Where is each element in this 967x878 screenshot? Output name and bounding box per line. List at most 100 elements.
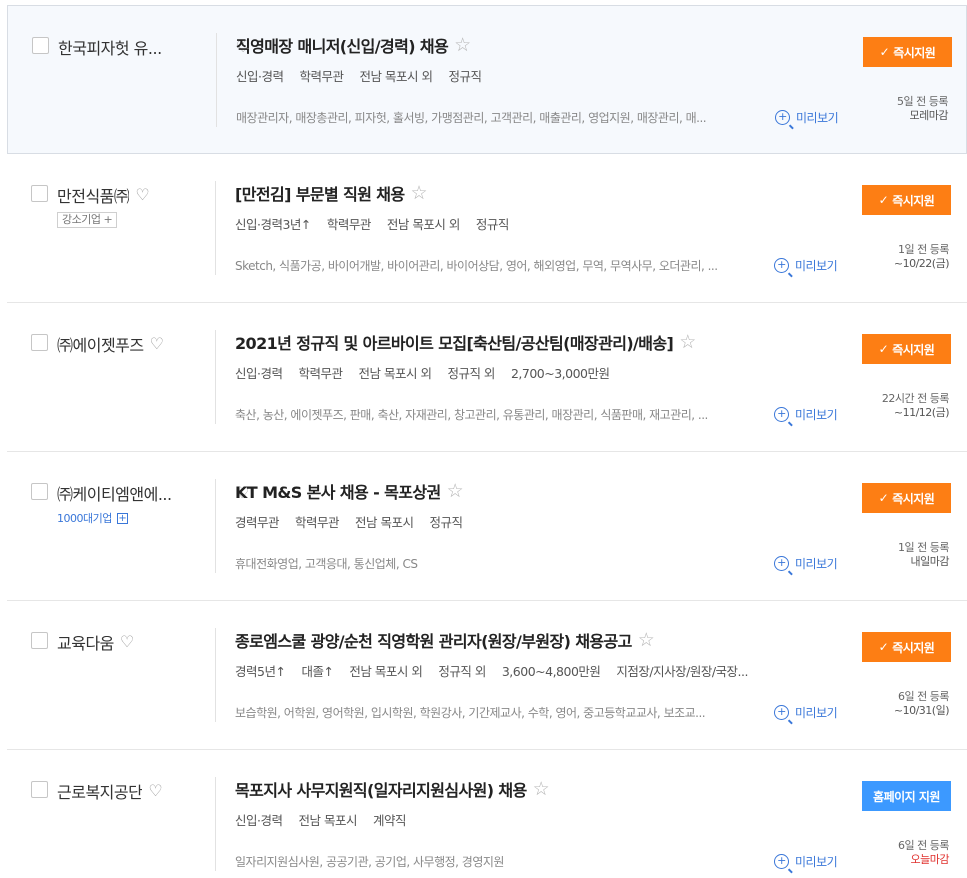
quick-apply-button[interactable]: ✓ 즉시지원: [862, 483, 951, 513]
magnifier-plus-icon: +: [774, 854, 789, 869]
company-name[interactable]: ㈜에이젯푸즈: [57, 332, 144, 356]
preview-button[interactable]: + 미리보기: [774, 406, 838, 423]
star-outline-icon[interactable]: ☆: [447, 481, 464, 501]
condition-career: 신입·경력: [235, 813, 283, 828]
star-outline-icon[interactable]: ☆: [533, 779, 550, 799]
magnifier-plus-icon: +: [774, 556, 789, 571]
company-area: 한국피자헛 유... ♡: [58, 35, 250, 59]
preview-label: 미리보기: [795, 259, 838, 273]
posting-info: 5일 전 등록 모레마감: [897, 95, 948, 123]
condition-education: 학력무관: [295, 515, 340, 530]
deadline: 모레마감: [909, 109, 949, 122]
job-row: 교육다움 ♡ 종로엠스쿨 광양/순천 직영학원 관리자(원장/부원장) 채용공고…: [7, 601, 967, 750]
select-checkbox[interactable]: [31, 632, 48, 649]
star-outline-icon[interactable]: ☆: [679, 332, 696, 352]
posted-date: 22시간 전 등록: [881, 392, 950, 405]
posted-date: 1일 전 등록: [898, 243, 949, 256]
select-checkbox[interactable]: [31, 334, 48, 351]
divider: [215, 628, 216, 722]
condition-career: 신입·경력: [236, 69, 284, 84]
preview-button[interactable]: + 미리보기: [774, 555, 838, 572]
job-title-area: KT M&S 본사 채용 - 목포상권 ☆: [235, 479, 464, 503]
heart-outline-icon[interactable]: ♡: [135, 187, 149, 203]
preview-button[interactable]: + 미리보기: [775, 109, 839, 126]
job-conditions: 신입·경력 학력무관 전남 목포시 외 정규직 외 2,700~3,000만원: [235, 363, 625, 382]
preview-label: 미리보기: [795, 408, 838, 422]
job-keywords: 휴대전화영업, 고객응대, 통신업체, CS: [235, 557, 418, 571]
job-title-area: 2021년 정규직 및 아르바이트 모집[축산팀/공산팀(매장관리)/배송] ☆: [235, 330, 696, 354]
condition-employment-type: 계약직: [372, 813, 407, 828]
company-area: 근로복지공단 ♡: [57, 779, 205, 803]
job-row: ㈜케이티엠앤에... ♡ 1000대기업 + KT M&S 본사 채용 - 목포…: [7, 452, 967, 601]
job-row: 근로복지공단 ♡ 목포지사 사무지원직(일자리지원심사원) 채용 ☆ 신입·경력…: [7, 750, 967, 878]
condition-employment-type: 정규직: [429, 515, 464, 530]
heart-outline-icon[interactable]: ♡: [150, 336, 164, 352]
job-conditions: 경력5년↑ 대졸↑ 전남 목포시 외 정규직 외 3,600~4,800만원 지…: [235, 661, 764, 680]
preview-button[interactable]: + 미리보기: [774, 853, 838, 870]
posting-info: 6일 전 등록 ~10/31(일): [893, 690, 950, 718]
condition-location: 전남 목포시 외: [359, 69, 433, 84]
heart-outline-icon[interactable]: ♡: [120, 634, 134, 650]
star-outline-icon[interactable]: ☆: [638, 630, 655, 650]
magnifier-plus-icon: +: [774, 705, 789, 720]
preview-button[interactable]: + 미리보기: [774, 704, 838, 721]
heart-outline-icon[interactable]: ♡: [148, 783, 162, 799]
condition-education: 학력무관: [326, 217, 372, 232]
job-title[interactable]: KT M&S 본사 채용 - 목포상권: [235, 479, 441, 503]
posted-date: 6일 전 등록: [898, 839, 949, 852]
select-checkbox[interactable]: [31, 781, 48, 798]
condition-employment-type: 정규직: [448, 69, 482, 84]
quick-apply-button[interactable]: ✓ 즉시지원: [862, 334, 951, 364]
job-title[interactable]: 목포지사 사무지원직(일자리지원심사원) 채용: [235, 777, 527, 801]
deadline: ~10/31(일): [893, 704, 950, 717]
quick-apply-button[interactable]: ✓ 즉시지원: [862, 632, 951, 662]
condition-salary: 3,600~4,800만원: [501, 664, 601, 679]
homepage-apply-button[interactable]: 홈페이지 지원: [862, 781, 951, 811]
company-badge[interactable]: 강소기업 +: [57, 212, 118, 228]
quick-apply-button[interactable]: ✓ 즉시지원: [862, 185, 951, 215]
condition-position: 지점장/지사장/원장/국장...: [616, 664, 748, 679]
check-icon: ✓: [879, 45, 890, 59]
job-title[interactable]: 종로엠스쿨 광양/순천 직영학원 관리자(원장/부원장) 채용공고: [235, 628, 632, 652]
posted-date: 5일 전 등록: [897, 95, 948, 108]
company-name[interactable]: 한국피자헛 유...: [58, 35, 162, 59]
condition-location: 전남 목포시 외: [358, 366, 432, 381]
company-area: 교육다움 ♡: [57, 630, 205, 654]
select-checkbox[interactable]: [32, 37, 49, 54]
condition-career: 신입·경력: [235, 366, 283, 381]
company-name[interactable]: 교육다움: [57, 630, 114, 654]
job-keywords: Sketch, 식품가공, 바이어개발, 바이어관리, 바이어상담, 영어, 해…: [235, 259, 718, 273]
job-title[interactable]: [만전김] 부문별 직원 채용: [235, 181, 405, 205]
divider: [216, 33, 217, 127]
posting-info: 1일 전 등록 ~10/22(금): [894, 243, 950, 271]
job-conditions: 신입·경력 전남 목포시 계약직: [235, 810, 422, 829]
job-conditions: 신입·경력3년↑ 학력무관 전남 목포시 외 정규직: [235, 214, 525, 233]
job-row: 만전식품㈜ ♡ 강소기업 + [만전김] 부문별 직원 채용 ☆ 신입·경력3년…: [7, 154, 967, 303]
job-title[interactable]: 2021년 정규직 및 아르바이트 모집[축산팀/공산팀(매장관리)/배송]: [235, 330, 674, 354]
apply-label: 즉시지원: [892, 193, 935, 208]
apply-label: 즉시지원: [893, 45, 936, 60]
check-icon: ✓: [878, 342, 889, 356]
preview-button[interactable]: + 미리보기: [774, 257, 838, 274]
job-conditions: 신입·경력 학력무관 전남 목포시 외 정규직: [236, 66, 497, 85]
job-keywords: 축산, 농산, 에이젯푸즈, 판매, 축산, 자재관리, 창고관리, 유통관리,…: [235, 408, 708, 422]
star-outline-icon[interactable]: ☆: [454, 35, 471, 55]
job-title-area: 목포지사 사무지원직(일자리지원심사원) 채용 ☆: [235, 777, 550, 801]
divider: [215, 777, 216, 871]
company-name[interactable]: ㈜케이티엠앤에...: [57, 481, 172, 505]
quick-apply-button[interactable]: ✓ 즉시지원: [863, 37, 952, 67]
job-keywords: 매장관리자, 매장총관리, 피자헛, 홀서빙, 가맹점관리, 고객관리, 매출관…: [236, 111, 707, 125]
job-title[interactable]: 직영매장 매니저(신입/경력) 채용: [236, 33, 449, 57]
job-list: 한국피자헛 유... ♡ 직영매장 매니저(신입/경력) 채용 ☆ 신입·경력 …: [7, 5, 967, 878]
condition-employment-type: 정규직: [475, 217, 510, 232]
company-name[interactable]: 근로복지공단: [57, 779, 142, 803]
select-checkbox[interactable]: [31, 185, 48, 202]
select-checkbox[interactable]: [31, 483, 48, 500]
preview-label: 미리보기: [796, 111, 839, 125]
star-outline-icon[interactable]: ☆: [411, 183, 428, 203]
company-badge[interactable]: 1000대기업 +: [57, 510, 128, 526]
job-row: 한국피자헛 유... ♡ 직영매장 매니저(신입/경력) 채용 ☆ 신입·경력 …: [7, 5, 967, 154]
job-title-area: [만전김] 부문별 직원 채용 ☆: [235, 181, 428, 205]
job-keywords: 보습학원, 어학원, 영어학원, 입시학원, 학원강사, 기간제교사, 수학, …: [235, 706, 706, 720]
company-name[interactable]: 만전식품㈜: [57, 183, 129, 207]
